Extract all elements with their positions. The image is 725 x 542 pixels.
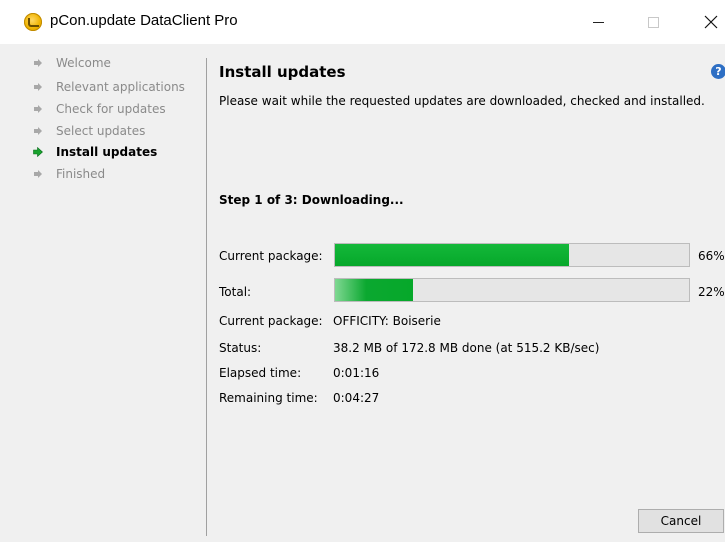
step-arrow-icon bbox=[34, 83, 42, 91]
step-arrow-icon bbox=[34, 59, 42, 67]
current-package-percent: 66% bbox=[698, 249, 725, 263]
step-arrow-icon bbox=[34, 127, 42, 135]
current-package-progress-fill bbox=[335, 244, 569, 266]
close-button[interactable] bbox=[688, 0, 725, 44]
current-package-progress-bar bbox=[334, 243, 690, 267]
elapsed-time-label: Elapsed time: bbox=[219, 366, 302, 380]
nav-item-label: Install updates bbox=[56, 145, 158, 159]
step-arrow-icon bbox=[34, 105, 42, 113]
wizard-content: Welcome Relevant applications Check for … bbox=[16, 44, 725, 542]
total-progress-label: Total: bbox=[219, 285, 252, 299]
step-status: Step 1 of 3: Downloading... bbox=[219, 193, 404, 207]
active-step-arrow-icon bbox=[33, 147, 43, 157]
nav-item-welcome: Welcome bbox=[33, 54, 111, 72]
nav-item-finished: Finished bbox=[33, 165, 105, 183]
package-info-label: Current package: bbox=[219, 314, 323, 328]
nav-item-relevant-applications: Relevant applications bbox=[33, 78, 185, 96]
nav-item-label: Select updates bbox=[56, 124, 146, 138]
help-icon[interactable]: ? bbox=[711, 64, 725, 79]
nav-divider bbox=[206, 58, 207, 536]
app-logo-icon bbox=[24, 13, 42, 31]
close-icon bbox=[704, 15, 718, 29]
cancel-button[interactable]: Cancel bbox=[638, 509, 724, 533]
minimize-button[interactable] bbox=[575, 0, 621, 44]
page-title: Install updates bbox=[219, 63, 346, 81]
step-arrow-icon bbox=[34, 170, 42, 178]
total-progress-bar bbox=[334, 278, 690, 302]
remaining-time-label: Remaining time: bbox=[219, 391, 318, 405]
total-percent: 22% bbox=[698, 285, 725, 299]
maximize-button[interactable] bbox=[630, 0, 676, 44]
package-info-value: OFFICITY: Boiserie bbox=[333, 314, 441, 328]
maximize-icon bbox=[647, 16, 659, 28]
page-description: Please wait while the requested updates … bbox=[219, 94, 705, 108]
app-window: pCon.update DataClient Pro Welcome Relev… bbox=[0, 0, 725, 542]
window-title: pCon.update DataClient Pro bbox=[50, 12, 238, 29]
nav-item-label: Check for updates bbox=[56, 102, 166, 116]
status-value: 38.2 MB of 172.8 MB done (at 515.2 KB/se… bbox=[333, 341, 600, 355]
nav-item-label: Finished bbox=[56, 167, 106, 181]
nav-item-check-for-updates: Check for updates bbox=[33, 100, 166, 118]
elapsed-time-value: 0:01:16 bbox=[333, 366, 380, 380]
remaining-time-value: 0:04:27 bbox=[333, 391, 380, 405]
total-progress-fill bbox=[335, 279, 413, 301]
nav-item-label: Welcome bbox=[56, 56, 111, 70]
main-panel: Install updates ? Please wait while the … bbox=[219, 44, 725, 542]
status-label: Status: bbox=[219, 341, 262, 355]
nav-item-label: Relevant applications bbox=[56, 80, 185, 94]
wizard-steps-nav: Welcome Relevant applications Check for … bbox=[16, 44, 206, 534]
minimize-icon bbox=[592, 21, 604, 23]
current-package-progress-label: Current package: bbox=[219, 249, 323, 263]
nav-item-install-updates: Install updates bbox=[33, 143, 157, 161]
title-bar[interactable]: pCon.update DataClient Pro bbox=[0, 0, 725, 44]
nav-item-select-updates: Select updates bbox=[33, 122, 145, 140]
